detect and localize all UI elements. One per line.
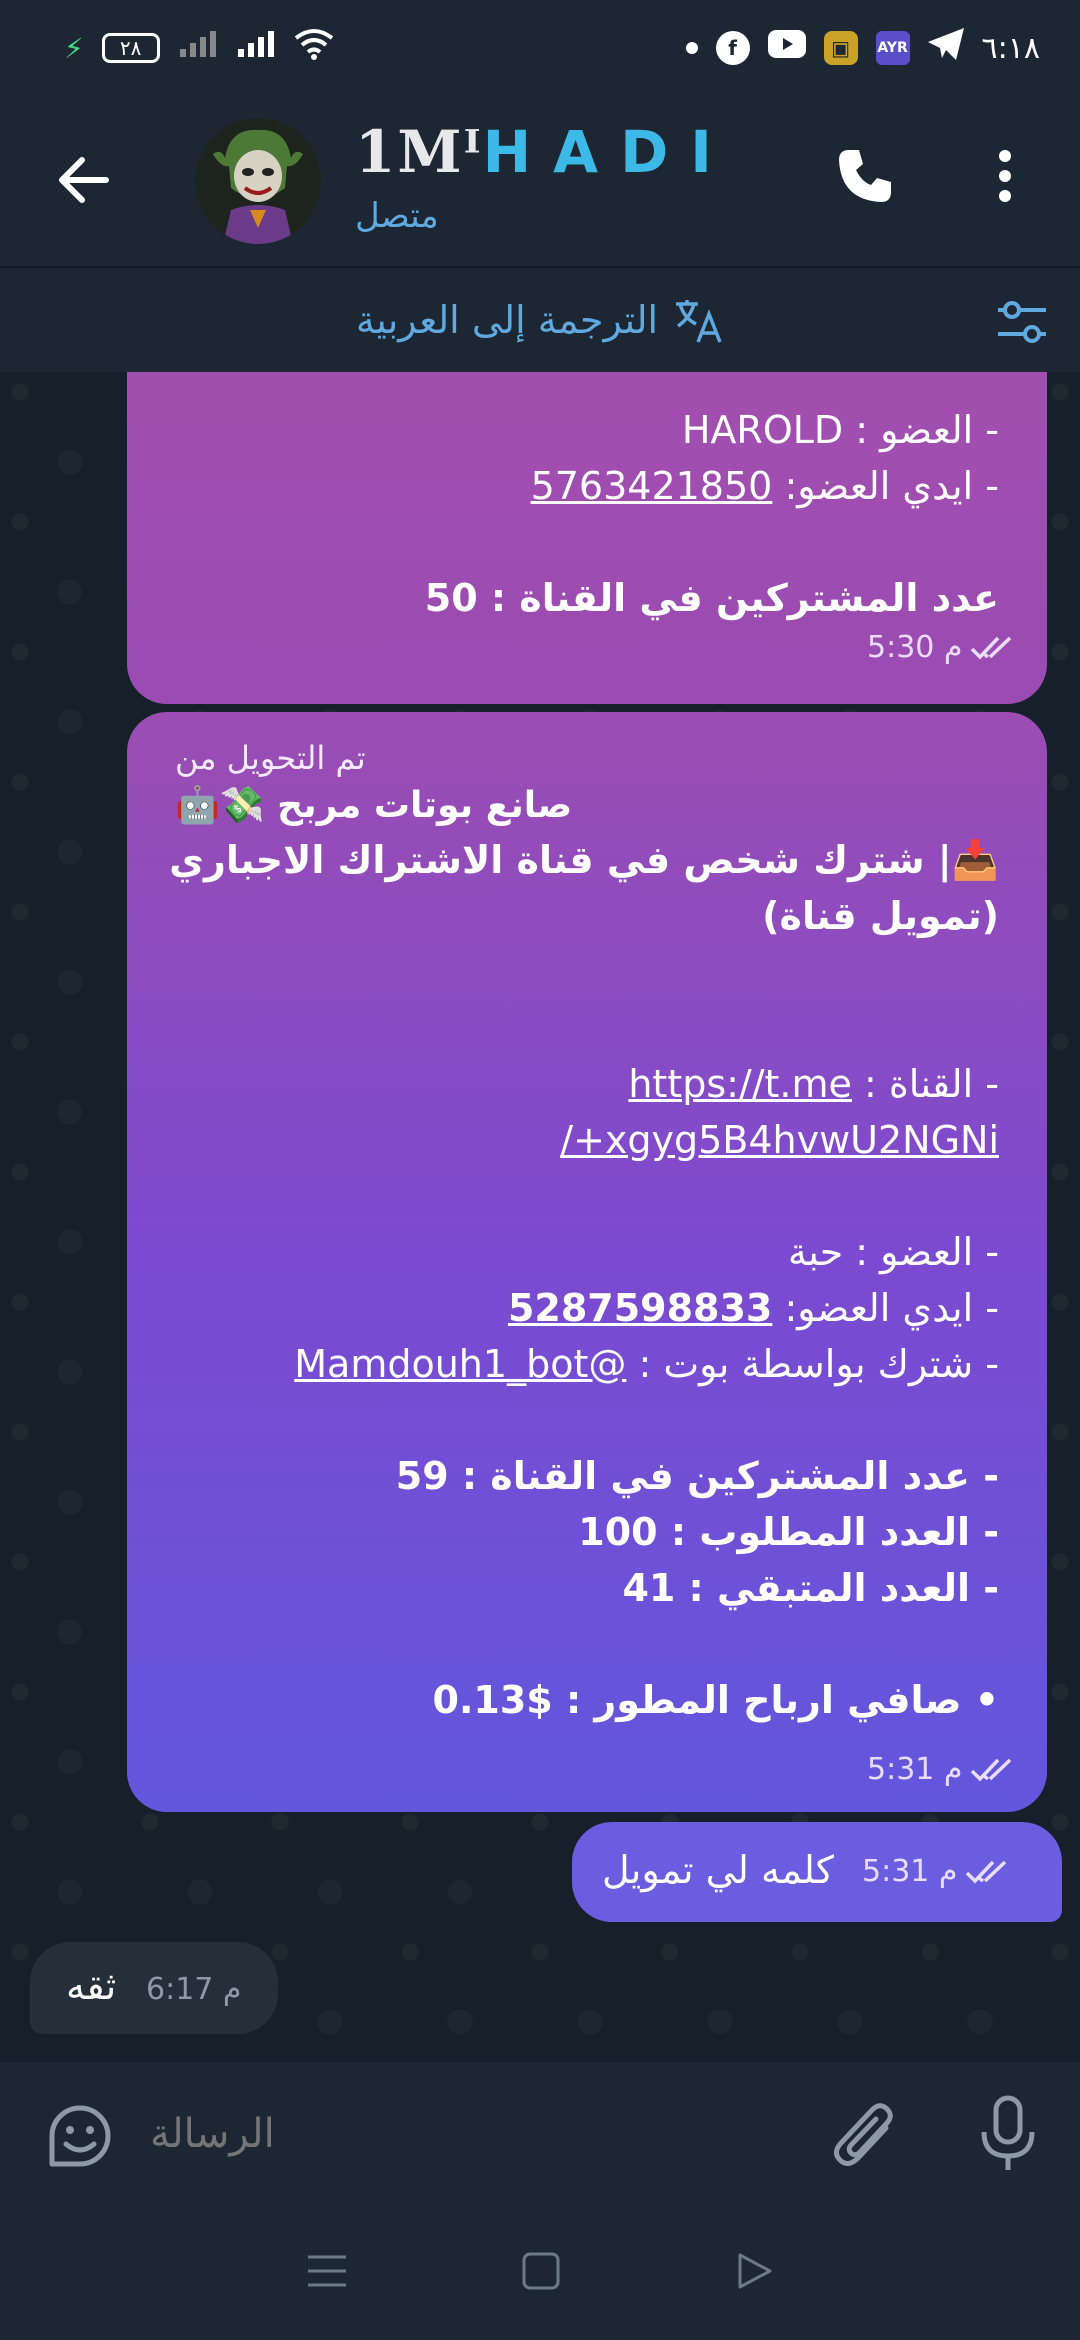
incoming-message-bubble[interactable]: 6:17 م ثقه	[30, 1942, 278, 2034]
menu-lines-icon	[308, 2255, 347, 2287]
translate-label: الترجمة إلى العربية	[355, 298, 659, 342]
sliders-icon	[998, 301, 1046, 343]
clock: ٦:١٨	[981, 30, 1040, 66]
chat-area[interactable]: - العضو : HAROLD - ايدي العضو: 576342185…	[0, 372, 1080, 2062]
channel-link[interactable]: https://t.me	[628, 1062, 852, 1106]
contact-name-prefix: 1M	[355, 118, 464, 186]
message-meta: 5:30 م	[867, 630, 1024, 665]
message-meta: 6:17 م	[146, 1972, 241, 2007]
remaining-line: - العدد المتبقي : 41	[622, 1566, 999, 1610]
microphone-button[interactable]	[972, 2094, 1044, 2174]
message-input-bar	[0, 2062, 1080, 2206]
call-button[interactable]	[830, 141, 900, 211]
more-vertical-icon	[999, 150, 1011, 202]
system-navigation-bar	[0, 2206, 1080, 2340]
signal-icon	[236, 29, 276, 67]
translate-button[interactable]: الترجمة إلى العربية	[356, 296, 724, 344]
message-text: كلمه لي تمويل	[602, 1848, 834, 1892]
member-id-label: - ايدي العضو:	[784, 1286, 999, 1330]
home-button[interactable]	[521, 2251, 561, 2295]
translate-settings-button[interactable]	[994, 294, 1050, 350]
attach-button[interactable]	[830, 2098, 900, 2174]
phone-icon	[839, 150, 891, 202]
app-icon: ▣	[823, 31, 858, 65]
telegram-icon	[927, 28, 964, 68]
triangle-back-icon	[738, 2253, 772, 2289]
message-title: 📥| شترك شخص في قناة الاشتراك الاجباري	[169, 838, 999, 882]
dot-icon	[685, 42, 698, 54]
recent-apps-button[interactable]	[306, 2251, 348, 2295]
channel-link-line: /+xgyg5B4hvwU2NGNi	[175, 1112, 999, 1168]
message-line: عدد المشتركين في القناة : 50	[424, 576, 999, 620]
double-check-icon	[971, 636, 1012, 660]
translate-bar[interactable]: الترجمة إلى العربية	[0, 266, 1080, 372]
forwarded-from-label: تم التحويل من	[175, 739, 366, 777]
status-bar: ⚡ ٢٨ f ▣ AYR ٦:١٨	[0, 0, 1080, 96]
vpn-icon: AYR	[875, 31, 910, 65]
double-check-icon	[971, 1758, 1012, 1782]
chat-header: 1MᴵHADI متصل	[0, 96, 1080, 266]
message-line: - العضو : HAROLD	[681, 408, 999, 452]
bot-label: - شترك بواسطة بوت :	[638, 1342, 999, 1386]
profit-line: • صافي ارباح المطور : $0.13	[432, 1678, 999, 1722]
more-options-button[interactable]	[980, 141, 1030, 211]
channel-line: - القناة : https://t.me	[175, 1056, 999, 1112]
double-check-icon	[966, 1860, 1007, 1884]
message-time: 5:31 م	[862, 1854, 958, 1889]
message-bubble[interactable]: - العضو : HAROLD - ايدي العضو: 576342185…	[127, 372, 1047, 704]
charging-icon: ⚡	[64, 31, 84, 65]
required-line: - العدد المطلوب : 100	[578, 1510, 999, 1554]
subscribers-line: - عدد المشتركين في القناة : 59	[395, 1454, 999, 1498]
translate-icon	[676, 300, 722, 343]
signal-icon	[178, 29, 218, 67]
status-bar-right: f ▣ AYR ٦:١٨	[685, 28, 1040, 68]
message-time: 6:17 م	[146, 1972, 242, 2007]
message-title-2: (تمويل قناة)	[762, 894, 999, 938]
member-line: - العضو : حبة	[787, 1230, 999, 1274]
status-bar-left: ⚡ ٢٨	[64, 28, 334, 68]
paperclip-icon	[834, 2103, 893, 2166]
contact-name-symbol: ᴵ	[463, 118, 483, 186]
facebook-icon: f	[715, 31, 750, 65]
battery-icon: ٢٨	[101, 33, 160, 63]
contact-status: متصل	[355, 196, 439, 236]
arrow-left-icon	[59, 157, 109, 203]
youtube-icon	[767, 30, 806, 66]
forwarded-message-bubble[interactable]: تم التحويل من صانع بوتات مربح 💸🤖 📥| شترك…	[127, 712, 1047, 1812]
member-id-link[interactable]: 5763421850	[531, 464, 773, 508]
channel-link-continued[interactable]: /+xgyg5B4hvwU2NGNi	[560, 1118, 999, 1162]
member-id-label: - ايدي العضو:	[784, 464, 999, 508]
message-meta: 5:31 م	[862, 1854, 1019, 1889]
contact-name[interactable]: 1MᴵHADI	[355, 118, 734, 186]
emoji-button[interactable]	[44, 2100, 116, 2172]
bot-link[interactable]: @Mamdouh1_bot	[294, 1342, 626, 1386]
avatar[interactable]	[195, 118, 321, 244]
sticker-icon	[49, 2105, 111, 2167]
battery-level: ٢٨	[101, 33, 160, 63]
message-input[interactable]	[150, 2092, 770, 2176]
message-time: 5:30 م	[867, 630, 963, 665]
channel-label: - القناة :	[864, 1062, 999, 1106]
back-button[interactable]	[52, 148, 116, 212]
forwarded-from-name[interactable]: صانع بوتات مربح 💸🤖	[175, 780, 999, 832]
member-id-link[interactable]: 5287598833	[508, 1286, 772, 1330]
member-id-line: - ايدي العضو: 5763421850	[175, 458, 999, 514]
message-time: 5:31 م	[867, 1752, 963, 1787]
microphone-icon	[981, 2095, 1035, 2170]
member-id-line: - ايدي العضو: 5287598833	[175, 1280, 999, 1336]
contact-name-main: HADI	[482, 118, 734, 186]
message-text: ثقه	[66, 1964, 117, 2008]
back-nav-button[interactable]	[734, 2251, 774, 2295]
joker-avatar-image	[195, 118, 321, 244]
message-meta: 5:31 م	[867, 1752, 1024, 1787]
square-icon	[522, 2252, 560, 2290]
bot-line: - شترك بواسطة بوت : @Mamdouh1_bot	[175, 1336, 999, 1392]
outgoing-message-bubble[interactable]: 5:31 م كلمه لي تمويل	[572, 1822, 1062, 1922]
wifi-icon	[294, 28, 334, 68]
